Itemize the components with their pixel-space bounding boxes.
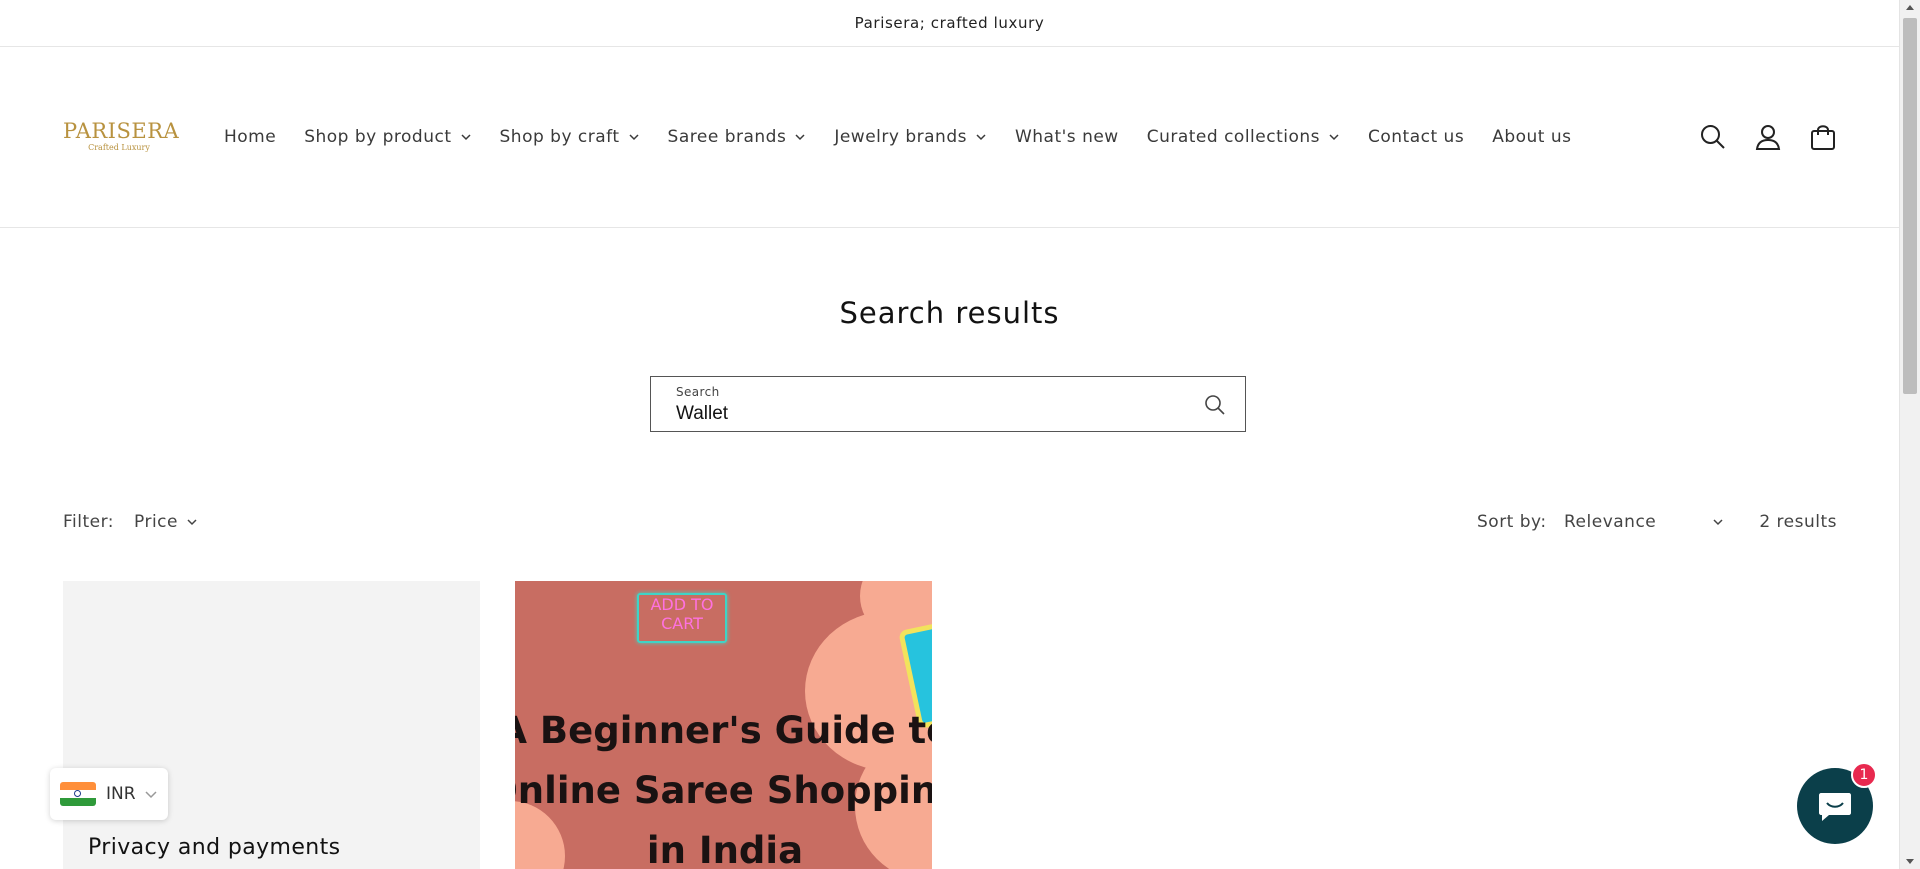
result-card[interactable]: Privacy and payments [63, 581, 480, 869]
search-form: Search [650, 376, 1246, 432]
image-text-line: Online Saree Shopping [515, 769, 932, 812]
nav-label: Home [224, 127, 277, 147]
image-text-line: A Beginner's Guide to [515, 709, 932, 752]
nav-saree-brands[interactable]: Saree brands [654, 127, 821, 147]
result-card-image-text: A Beginner's Guide to Online Saree Shopp… [515, 701, 932, 869]
chat-icon [1819, 793, 1851, 821]
result-card-title[interactable]: Privacy and payments [88, 835, 341, 860]
sort-value: Relevance [1564, 512, 1657, 532]
search-submit-button[interactable] [1201, 391, 1229, 419]
filter-bar: Filter: Price Sort by: Relevance 2 resul… [63, 508, 1837, 538]
nav-whats-new[interactable]: What's new [1001, 127, 1133, 147]
scroll-up-arrow-icon[interactable] [1906, 5, 1914, 10]
logo[interactable]: PARISERA Crafted Luxury [63, 119, 180, 153]
nav-label: Curated collections [1146, 127, 1321, 147]
price-filter-button[interactable]: Price [134, 512, 198, 532]
add-to-cart-badge: ADD TO CART [637, 593, 727, 643]
search-icon[interactable] [1697, 121, 1729, 153]
page-title: Search results [839, 296, 1060, 330]
nav-label: Shop by craft [499, 127, 620, 147]
chat-notification-badge: 1 [1851, 762, 1877, 788]
sort-label: Sort by: [1477, 512, 1547, 532]
price-filter-label: Price [134, 512, 178, 532]
nav-curated-collections[interactable]: Curated collections [1133, 127, 1354, 147]
chevron-down-icon [795, 134, 805, 141]
nav-shop-by-craft[interactable]: Shop by craft [486, 127, 654, 147]
scrollbar-thumb[interactable] [1903, 18, 1917, 394]
chevron-down-icon [629, 134, 639, 141]
cart-icon[interactable] [1807, 121, 1839, 153]
nav-jewelry-brands[interactable]: Jewelry brands [820, 127, 1001, 147]
currency-code: INR [106, 784, 136, 804]
logo-tagline: Crafted Luxury [88, 143, 150, 152]
currency-selector[interactable]: INR [50, 768, 168, 820]
announcement-bar: Parisera; crafted luxury [0, 0, 1899, 47]
vertical-scrollbar[interactable] [1899, 0, 1920, 869]
logo-title: PARISERA [63, 119, 180, 143]
nav-label: What's new [1014, 127, 1119, 147]
nav-label: Shop by product [304, 127, 452, 147]
badge-line: CART [661, 614, 703, 633]
search-label: Search [676, 385, 720, 399]
chevron-down-icon [1713, 519, 1723, 526]
sort-select[interactable]: Relevance [1564, 512, 1724, 532]
india-flag-icon [60, 782, 96, 806]
search-input[interactable] [676, 403, 1156, 425]
page: Parisera; crafted luxury PARISERA Crafte… [0, 0, 1899, 869]
nav-label: About us [1492, 127, 1572, 147]
nav-home[interactable]: Home [210, 127, 290, 147]
nav-shop-by-product[interactable]: Shop by product [290, 127, 485, 147]
nav-about-us[interactable]: About us [1478, 127, 1585, 147]
filter-label: Filter: [63, 512, 115, 532]
scroll-down-arrow-icon[interactable] [1906, 859, 1914, 864]
chevron-down-icon [187, 519, 197, 526]
chevron-down-icon [976, 134, 986, 141]
chevron-down-icon [1329, 134, 1339, 141]
announcement-text: Parisera; crafted luxury [854, 14, 1045, 32]
results-count: 2 results [1759, 512, 1837, 532]
account-icon[interactable] [1752, 121, 1784, 153]
badge-line: ADD TO [650, 595, 714, 614]
image-text-line: in India [646, 829, 804, 869]
result-card[interactable]: ADD TO CART A Beginner's Guide to Online… [515, 581, 932, 869]
main-nav: Home Shop by product Shop by craft Saree… [210, 47, 1586, 227]
nav-label: Saree brands [667, 127, 787, 147]
header-icons [1697, 47, 1839, 227]
site-header: PARISERA Crafted Luxury Home Shop by pro… [0, 47, 1899, 228]
nav-label: Jewelry brands [834, 127, 967, 147]
nav-label: Contact us [1368, 127, 1465, 147]
chevron-down-icon [145, 791, 157, 799]
chevron-down-icon [460, 134, 471, 141]
search-icon [1205, 395, 1225, 415]
nav-contact-us[interactable]: Contact us [1354, 127, 1478, 147]
